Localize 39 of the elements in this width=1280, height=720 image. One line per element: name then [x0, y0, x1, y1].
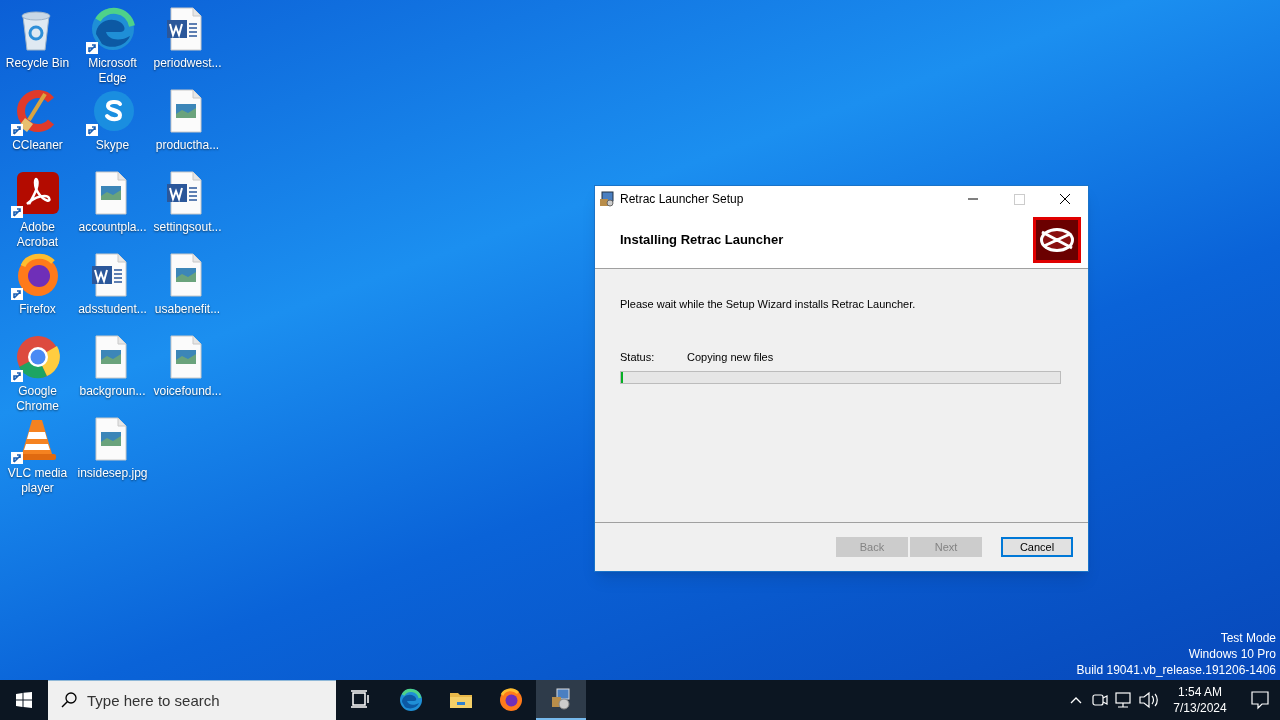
icon-label[interactable]: productha...: [150, 138, 225, 153]
chrome-icon[interactable]: [14, 334, 61, 380]
icon-label[interactable]: Skype: [75, 138, 150, 153]
status-label: Status:: [620, 349, 656, 365]
icon-label[interactable]: settingsout...: [150, 220, 225, 235]
icon-label[interactable]: VLC media player: [0, 466, 75, 496]
icon-label[interactable]: Google Chrome: [0, 384, 75, 414]
clock[interactable]: 1:54 AM 7/13/2024: [1160, 680, 1240, 720]
search-field[interactable]: Type here to search: [48, 680, 336, 720]
icon-label[interactable]: periodwest...: [150, 56, 225, 71]
icon-label[interactable]: backgroun...: [75, 384, 150, 399]
icon-label[interactable]: adsstudent...: [75, 302, 150, 317]
acrobat-icon[interactable]: [14, 170, 61, 216]
edge-icon[interactable]: [89, 6, 136, 52]
icon-label[interactable]: Adobe Acrobat: [0, 220, 75, 250]
icon-label[interactable]: Recycle Bin: [0, 56, 75, 71]
installer-icon: [599, 191, 615, 207]
window-title: Retrac Launcher Setup: [620, 191, 745, 208]
system-info-text: Build 19041.vb_release.191206-1406: [1076, 662, 1276, 678]
installer-icon: [549, 687, 573, 711]
cancel-button[interactable]: Cancel: [1001, 537, 1073, 557]
status-text: Copying new files: [687, 349, 774, 365]
windows-logo-icon: [16, 692, 32, 708]
icon-label[interactable]: accountpla...: [75, 220, 150, 235]
icon-label[interactable]: voicefound...: [150, 384, 225, 399]
icon-label[interactable]: Microsoft Edge: [75, 56, 150, 86]
taskbar-button[interactable]: [536, 680, 586, 720]
firefox-icon: [499, 688, 523, 712]
edge-icon: [399, 688, 423, 712]
icon-label[interactable]: insidesep.jpg: [75, 466, 150, 481]
search-icon: [61, 692, 77, 708]
icon-label[interactable]: Firefox: [0, 302, 75, 317]
icon-label[interactable]: usabenefit...: [150, 302, 225, 317]
icon-label[interactable]: CCleaner: [0, 138, 75, 153]
system-info-text: Test Mode: [1220, 630, 1276, 646]
system-info-text: Windows 10 Pro: [1188, 646, 1276, 662]
page-heading: Installing Retrac Launcher: [620, 231, 784, 250]
disc-logo-icon: [1032, 216, 1082, 264]
instruction-text: Please wait while the Setup Wizard installs Retrac Launcher.: [620, 297, 917, 312]
